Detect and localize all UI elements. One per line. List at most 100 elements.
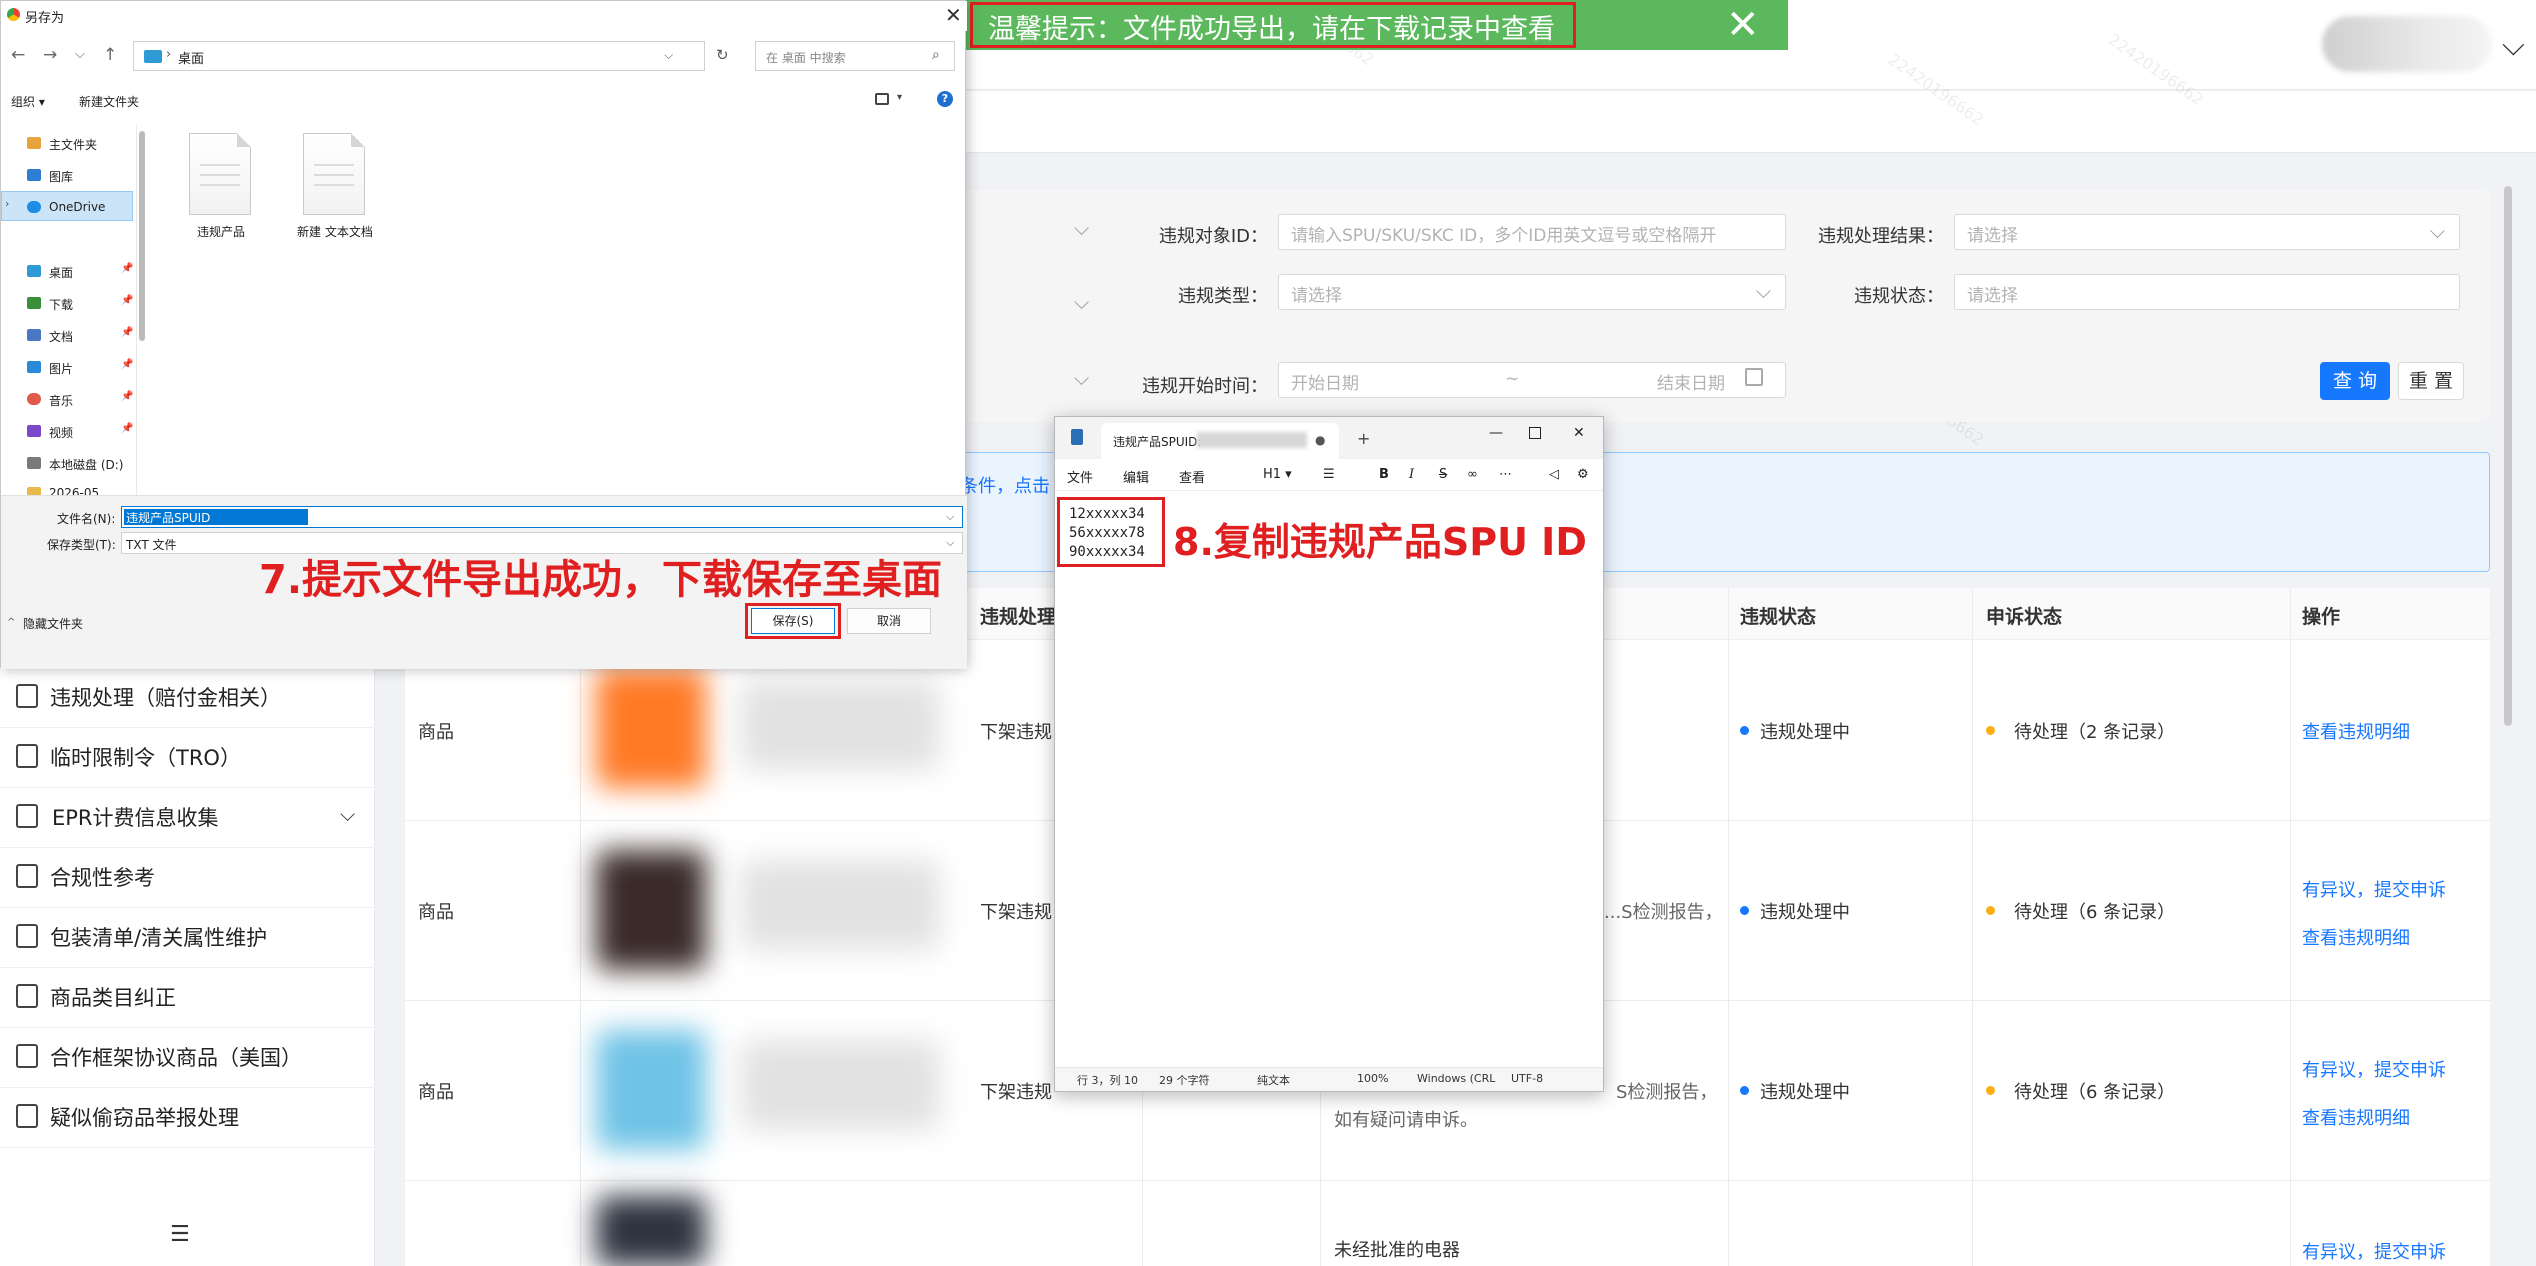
sidebar-item-stolen-goods[interactable]: 疑似偷窃品举报处理 [0,1088,375,1148]
cloud-icon [27,201,41,213]
address-bar[interactable]: › 桌面 ⌵ ↻ [133,41,729,71]
violation-type-select[interactable]: 请选择 ⌵ [1278,274,1786,310]
chevron-down-icon[interactable]: ⌵ [1074,290,1089,314]
chevron-down-icon[interactable]: ⌵ [946,536,954,550]
menu-collapse-icon[interactable]: ☰ [170,1222,190,1247]
nav-item-documents[interactable]: 文档 📌 [9,321,133,351]
filetype-value: TXT 文件 [126,538,177,552]
list-icon[interactable]: ☰ [1323,467,1335,482]
close-icon[interactable]: ✕ [1573,425,1585,441]
up-arrow-icon[interactable]: ↑ [103,45,117,65]
sidebar-item-compliance[interactable]: 合规性参考 [0,848,375,908]
submit-appeal-link[interactable]: 有异议，提交申诉 [2302,876,2446,902]
dialog-titlebar[interactable]: 另存为 ✕ [1,1,967,31]
menu-file[interactable]: 文件 [1067,467,1093,486]
notepad-titlebar[interactable]: 违规产品SPUID: ● + — ✕ [1055,417,1603,459]
chevron-down-icon[interactable]: ⌵ [75,47,85,62]
sidebar-item-packing-list[interactable]: 包装清单/清关属性维护 [0,908,375,968]
minimize-icon[interactable]: — [1489,425,1503,441]
start-date-input[interactable]: 开始日期 [1291,374,1359,394]
view-icon[interactable] [875,93,889,105]
heading-dropdown[interactable]: H1 ▾ [1263,467,1292,482]
chevron-down-icon[interactable]: ⌵ [946,510,954,524]
bold-icon[interactable]: B [1379,467,1389,482]
status-dot [1986,726,1995,735]
violation-status-select[interactable]: 请选择 [1954,274,2460,310]
unsaved-dot-icon[interactable]: ● [1315,433,1325,447]
chevron-down-icon[interactable]: ⌵ [1074,366,1089,390]
chevron-down-icon[interactable]: ⌵ [1074,216,1089,240]
filename-input[interactable]: 违规产品SPUID ⌵ [121,506,963,528]
nav-item-pictures[interactable]: 图片 📌 [9,353,133,383]
new-tab-button[interactable]: + [1357,429,1370,448]
file-label[interactable]: 新建 文本文档 [297,223,373,240]
refresh-icon[interactable]: ↻ [716,46,729,64]
back-arrow-icon[interactable]: ← [11,45,25,65]
submit-appeal-link[interactable]: 有异议，提交申诉 [2302,1056,2446,1082]
notepad-tab[interactable]: 违规产品SPUID: ● [1101,423,1339,459]
view-details-link[interactable]: 查看违规明细 [2302,924,2410,950]
organize-button[interactable]: 组织 ▾ [11,93,45,110]
chevron-up-icon[interactable]: ^ [7,617,15,628]
megaphone-icon[interactable]: ◁ [1549,467,1559,482]
sidebar-item-epr[interactable]: EPR计费信息收集 ⌵ [0,788,375,848]
more-icon[interactable]: ⋯ [1499,467,1512,482]
search-input[interactable]: 在 桌面 中搜索 ⌕ [755,41,955,71]
query-button[interactable]: 查 询 [2320,362,2390,400]
nav-label: 音乐 [49,394,74,408]
cancel-button[interactable]: 取消 [847,608,931,634]
view-details-link[interactable]: 查看违规明细 [2302,718,2410,744]
sidebar-item-framework-agreement[interactable]: 合作框架协议商品（美国） [0,1028,375,1088]
maximize-icon[interactable] [1529,427,1541,439]
text-file-icon[interactable] [189,133,251,215]
menu-edit[interactable]: 编辑 [1123,467,1149,486]
sidebar-item-category-correction[interactable]: 商品类目纠正 [0,968,375,1028]
book-icon [16,864,38,888]
highlight-box [745,603,841,639]
text-file-icon[interactable] [303,133,365,215]
desktop-icon [144,50,162,63]
violation-result-select[interactable]: 请选择 ⌵ [1954,214,2460,250]
sidebar-item-violation-compensation[interactable]: 违规处理（赔付金相关） [0,668,375,728]
nav-item-downloads[interactable]: 下载 📌 [9,289,133,319]
row-appeal-status: 待处理（2 条记录） [2014,722,2176,743]
new-folder-button[interactable]: 新建文件夹 [79,93,139,110]
file-label[interactable]: 违规产品 [197,223,245,240]
menu-view[interactable]: 查看 [1179,467,1205,486]
close-icon[interactable]: ✕ [1726,2,1760,48]
page-scrollbar[interactable] [2504,186,2512,726]
link-icon[interactable]: ∞ [1467,467,1478,482]
gear-icon[interactable]: ⚙ [1577,467,1589,482]
user-avatar[interactable] [2322,16,2492,72]
nav-item-gallery[interactable]: 图库 [9,161,129,191]
chevron-down-icon[interactable]: ⌵ [664,48,673,63]
nav-item-desktop[interactable]: 桌面 📌 [9,257,133,287]
help-icon[interactable]: ? [937,91,953,107]
strikethrough-icon[interactable]: S [1439,467,1447,482]
chevron-down-icon[interactable]: ⌵ [2502,28,2525,63]
sidebar-item-tro[interactable]: 临时限制令（TRO） [0,728,375,788]
date-range-picker[interactable]: 开始日期 ~ 结束日期 [1278,362,1786,398]
hide-folders-toggle[interactable]: 隐藏文件夹 [23,615,83,632]
nav-item-videos[interactable]: 视频 📌 [9,417,133,447]
chevron-down-icon[interactable]: ▾ [897,92,902,103]
nav-item-local-disk[interactable]: 本地磁盘 (D:) [9,449,129,479]
chevron-right-icon: › [166,47,172,62]
close-icon[interactable]: ✕ [945,3,962,27]
submit-appeal-link[interactable]: 有异议，提交申诉 [2302,1238,2446,1264]
info-banner-text: 条件，点击 [960,476,1050,497]
step7-annotation: 7.提示文件导出成功，下载保存至桌面 [259,557,943,603]
violation-target-id-input[interactable]: 请输入SPU/SKU/SKC ID，多个ID用英文逗号或空格隔开 [1278,214,1786,250]
nav-item-onedrive[interactable]: OneDrive [9,193,129,223]
italic-icon[interactable]: I [1409,467,1414,482]
nav-item-folder[interactable]: 2026-05 [9,479,129,495]
forward-arrow-icon[interactable]: → [43,45,57,65]
view-details-link[interactable]: 查看违规明细 [2302,1104,2410,1130]
nav-label: 桌面 [49,266,74,280]
row-handling: 下架违规 [980,902,1052,923]
nav-item-music[interactable]: 音乐 📌 [9,385,133,415]
end-date-input[interactable]: 结束日期 [1657,369,1725,394]
nav-scrollbar[interactable] [139,131,145,341]
nav-item-home[interactable]: 主文件夹 [9,129,129,159]
reset-button[interactable]: 重 置 [2398,362,2464,400]
